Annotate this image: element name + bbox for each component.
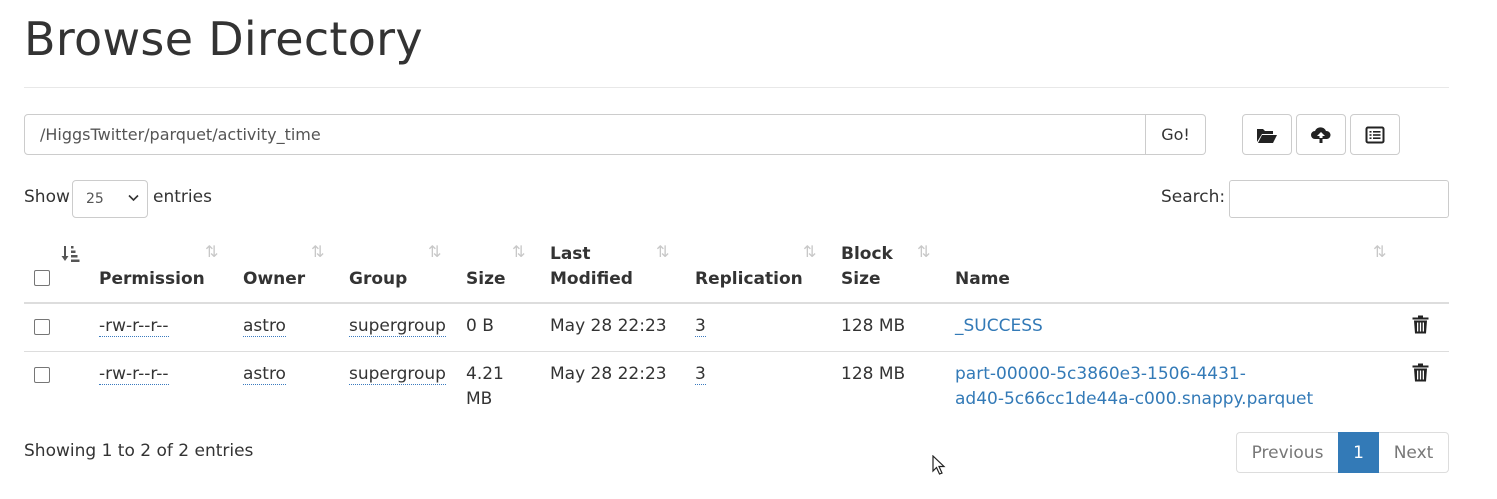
row-checkbox[interactable] bbox=[34, 367, 50, 383]
path-bar: /HiggsTwitter/parquet/activity_time Go! bbox=[24, 114, 1206, 155]
go-button[interactable]: Go! bbox=[1146, 114, 1206, 155]
group-cell[interactable]: supergroup bbox=[349, 364, 446, 385]
file-name-link-line1[interactable]: part-00000-5c3860e3-1506-4431- bbox=[955, 362, 1246, 387]
owner-cell[interactable]: astro bbox=[243, 316, 286, 337]
next-page-button[interactable]: Next bbox=[1379, 432, 1449, 473]
table-info: Showing 1 to 2 of 2 entries bbox=[24, 441, 254, 461]
folder-open-icon bbox=[1257, 128, 1277, 143]
sort-icon[interactable]: ⇅ bbox=[656, 242, 669, 261]
group-cell[interactable]: supergroup bbox=[349, 316, 446, 337]
column-header-block-size-line1[interactable]: Block bbox=[841, 242, 893, 267]
show-label: Show bbox=[24, 187, 70, 207]
file-name-link[interactable]: _SUCCESS bbox=[955, 314, 1043, 339]
column-header-owner[interactable]: Owner bbox=[243, 267, 305, 292]
page-title: Browse Directory bbox=[24, 12, 423, 66]
sort-ascending-icon[interactable] bbox=[61, 245, 80, 263]
previous-page-button[interactable]: Previous bbox=[1236, 432, 1338, 473]
chevron-down-icon bbox=[128, 194, 139, 202]
size-cell: 0 B bbox=[466, 316, 494, 336]
column-header-last-modified-line2[interactable]: Modified bbox=[550, 267, 633, 292]
upload-button[interactable] bbox=[1296, 114, 1346, 155]
entries-per-page-value: 25 bbox=[86, 191, 104, 207]
last-modified-cell: May 28 22:23 bbox=[550, 316, 667, 336]
entries-label: entries bbox=[153, 187, 212, 207]
search-label: Search: bbox=[1161, 187, 1226, 207]
column-header-group[interactable]: Group bbox=[349, 267, 407, 292]
search-input[interactable] bbox=[1229, 180, 1449, 218]
sort-icon[interactable]: ⇅ bbox=[205, 242, 218, 261]
replication-cell[interactable]: 3 bbox=[695, 364, 706, 385]
sort-icon[interactable]: ⇅ bbox=[311, 242, 324, 261]
sort-icon[interactable]: ⇅ bbox=[512, 242, 525, 261]
row-divider bbox=[24, 351, 1449, 352]
trash-icon[interactable] bbox=[1412, 315, 1429, 334]
block-size-cell: 128 MB bbox=[841, 316, 906, 336]
column-header-size[interactable]: Size bbox=[466, 267, 506, 292]
cut-paste-button[interactable] bbox=[1350, 114, 1400, 155]
sort-icon[interactable]: ⇅ bbox=[803, 242, 816, 261]
column-header-block-size-line2[interactable]: Size bbox=[841, 267, 881, 292]
list-alt-icon bbox=[1365, 126, 1385, 143]
entries-per-page-select[interactable]: 25 bbox=[72, 180, 148, 218]
create-directory-button[interactable] bbox=[1242, 114, 1292, 155]
column-header-replication[interactable]: Replication bbox=[695, 267, 803, 292]
mouse-cursor-icon bbox=[932, 455, 946, 475]
permission-cell[interactable]: -rw-r--r-- bbox=[99, 316, 169, 337]
path-input[interactable]: /HiggsTwitter/parquet/activity_time bbox=[24, 114, 1146, 155]
column-header-permission[interactable]: Permission bbox=[99, 267, 205, 292]
page-1-button[interactable]: 1 bbox=[1338, 432, 1379, 473]
trash-icon[interactable] bbox=[1412, 363, 1429, 382]
table-header-divider bbox=[24, 302, 1449, 304]
block-size-cell: 128 MB bbox=[841, 364, 906, 384]
permission-cell[interactable]: -rw-r--r-- bbox=[99, 364, 169, 385]
cloud-upload-icon bbox=[1311, 126, 1331, 143]
pagination: Previous 1 Next bbox=[1236, 432, 1449, 473]
size-cell-line1: 4.21 bbox=[466, 364, 504, 384]
sort-icon[interactable]: ⇅ bbox=[428, 242, 441, 261]
last-modified-cell: May 28 22:23 bbox=[550, 364, 667, 384]
sort-icon[interactable]: ⇅ bbox=[917, 242, 930, 261]
owner-cell[interactable]: astro bbox=[243, 364, 286, 385]
select-all-checkbox[interactable] bbox=[34, 270, 50, 286]
replication-cell[interactable]: 3 bbox=[695, 316, 706, 337]
row-checkbox[interactable] bbox=[34, 319, 50, 335]
column-header-name[interactable]: Name bbox=[955, 267, 1010, 292]
title-divider bbox=[24, 87, 1449, 88]
sort-icon[interactable]: ⇅ bbox=[1373, 242, 1386, 261]
column-header-last-modified-line1[interactable]: Last bbox=[550, 242, 591, 267]
file-name-link-line2[interactable]: ad40-5c66cc1de44a-c000.snappy.parquet bbox=[955, 387, 1313, 412]
size-cell-line2: MB bbox=[466, 389, 493, 409]
